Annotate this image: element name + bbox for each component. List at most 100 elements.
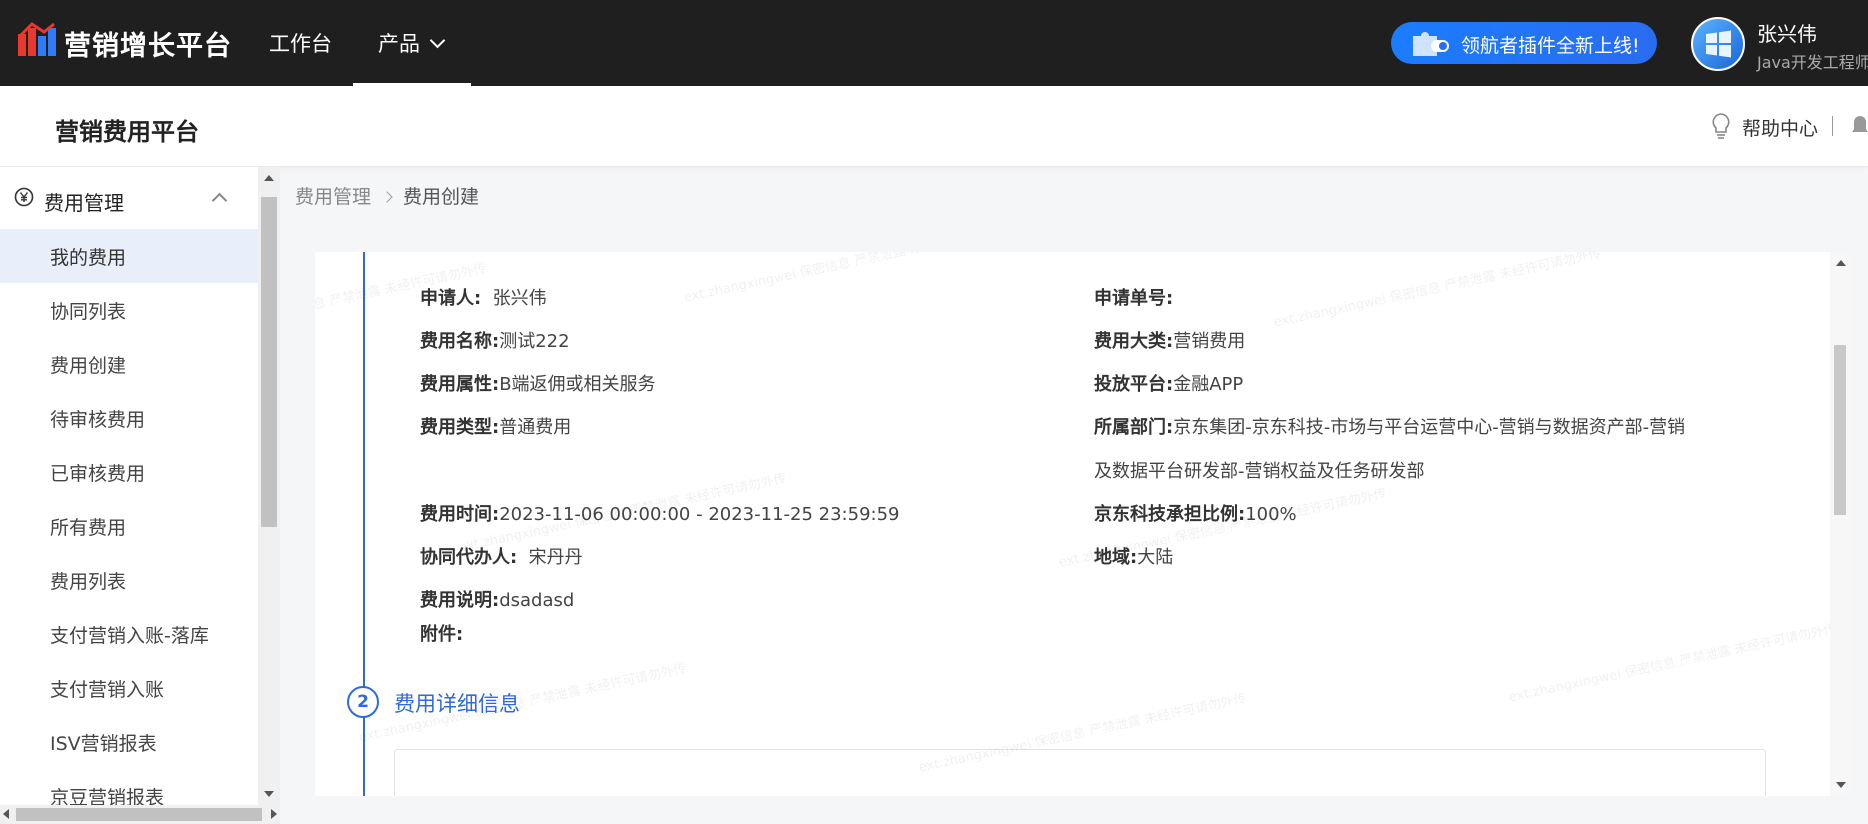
field-label: 费用时间: xyxy=(420,504,500,525)
field-region: 地域:大陆 xyxy=(1094,543,1173,569)
platform-title: 营销费用平台 xyxy=(55,118,199,146)
bell-icon[interactable] xyxy=(1852,114,1868,138)
field-label: 申请单号: xyxy=(1094,288,1174,309)
field-label: 费用类型: xyxy=(420,417,500,438)
sidebar-item-label: 已审核费用 xyxy=(50,463,146,485)
nav-products[interactable]: 产品 xyxy=(378,28,446,58)
plugin-puzzle-icon xyxy=(1413,32,1449,56)
scroll-up-arrow-icon[interactable] xyxy=(264,175,274,181)
field-value: 普通费用 xyxy=(499,417,572,438)
user-role: Java开发工程师 xyxy=(1757,53,1868,72)
field-label: 京东科技承担比例: xyxy=(1094,504,1246,525)
field-expense-description: 费用说明:dsadasd xyxy=(420,586,574,612)
top-navigation-bar: 营销增长平台 工作台 产品 领航者插件全新上线! 张兴伟 Java开发工程师 xyxy=(0,0,1868,86)
content-vertical-scrollbar[interactable] xyxy=(1830,252,1850,796)
field-expense-attribute: 费用属性:B端返佣或相关服务 xyxy=(420,370,656,396)
breadcrumb-item-current: 费用创建 xyxy=(403,186,480,208)
nav-products-label: 产品 xyxy=(378,32,420,56)
windows-logo-icon xyxy=(1706,30,1731,58)
field-delivery-platform: 投放平台:金融APP xyxy=(1094,370,1243,396)
field-expense-type: 费用类型:普通费用 xyxy=(420,413,571,439)
brand-name: 营销增长平台 xyxy=(64,31,232,62)
sidebar-item-pay-marketing-db[interactable]: 支付营销入账-落库 xyxy=(0,607,258,661)
watermark-text: ext.zhangxingwei 保密信息 严禁泄露 未经许可请勿外传 xyxy=(1507,621,1830,706)
field-value: 张兴伟 xyxy=(492,288,547,309)
breadcrumb-item-expense-management[interactable]: 费用管理 xyxy=(295,186,371,208)
field-collab-agent: 协同代办人: 宋丹丹 xyxy=(420,543,583,569)
field-value: 大陆 xyxy=(1137,547,1174,568)
field-expense-time: 费用时间:2023-11-06 00:00:00 - 2023-11-25 23… xyxy=(420,500,899,526)
scroll-down-arrow-icon[interactable] xyxy=(264,791,274,797)
sidebar-item-label: 费用创建 xyxy=(50,355,127,377)
sidebar-group-label: 费用管理 xyxy=(44,191,124,215)
field-value: 测试222 xyxy=(499,331,570,352)
lightbulb-icon xyxy=(1712,113,1730,139)
expense-detail-card: 申请人: 张兴伟 费用名称:测试222 费用属性:B端返佣或相关服务 费用类型:… xyxy=(315,252,1830,796)
scrollbar-thumb[interactable] xyxy=(16,808,262,821)
sidebar-item-label: 所有费用 xyxy=(50,517,127,539)
sidebar-horizontal-scrollbar[interactable] xyxy=(0,805,280,824)
yen-circle-icon xyxy=(14,187,34,207)
brand-logo-icon xyxy=(18,22,56,56)
sidebar-item-my-expenses[interactable]: 我的费用 xyxy=(0,229,258,283)
sidebar-item-reviewed[interactable]: 已审核费用 xyxy=(0,445,258,499)
watermark-text: ext.zhangxingwei 保密信息 严禁泄露 未经许可请勿外传 xyxy=(1272,252,1603,331)
field-expense-category: 费用大类:营销费用 xyxy=(1094,327,1245,353)
sidebar: 费用管理 我的费用 协同列表 费用创建 待审核费用 已审核费用 所有费用 费用列… xyxy=(0,167,258,824)
field-value: 营销费用 xyxy=(1173,331,1246,352)
field-application-number: 申请单号: xyxy=(1094,284,1173,310)
field-department: 所属部门:京东集团-京东科技-市场与平台运营中心-营销与数据资产部-营销 xyxy=(1094,413,1685,439)
chevron-right-icon xyxy=(381,191,393,203)
breadcrumb: 费用管理 费用创建 xyxy=(295,182,479,209)
watermark-text: ext.zhangxingwei 保密信息 严禁泄露 未经许可请勿外传 xyxy=(682,252,1013,306)
field-value: 及数据平台研发部-营销权益及任务研发部 xyxy=(1094,461,1425,482)
help-center-label: 帮助中心 xyxy=(1742,118,1819,140)
field-attachments: 附件: xyxy=(420,620,463,646)
expense-details-table-container xyxy=(394,749,1766,796)
sidebar-item-label: 待审核费用 xyxy=(50,409,146,431)
sidebar-item-collab-list[interactable]: 协同列表 xyxy=(0,283,258,337)
sidebar-item-label: 支付营销入账 xyxy=(50,679,165,701)
sidebar-item-expense-list[interactable]: 费用列表 xyxy=(0,553,258,607)
field-label: 地域: xyxy=(1094,547,1138,568)
field-value: 100% xyxy=(1245,504,1297,525)
sidebar-item-pay-marketing[interactable]: 支付营销入账 xyxy=(0,661,258,715)
sidebar-item-all-expenses[interactable]: 所有费用 xyxy=(0,499,258,553)
section-title-expense-details: 费用详细信息 xyxy=(394,692,520,716)
field-applicant: 申请人: 张兴伟 xyxy=(420,284,547,310)
sidebar-item-label: 我的费用 xyxy=(50,247,127,269)
field-value: B端返佣或相关服务 xyxy=(499,374,656,395)
sidebar-group-expense-management[interactable]: 费用管理 xyxy=(0,167,258,229)
user-name: 张兴伟 xyxy=(1757,22,1817,46)
field-label: 协同代办人: xyxy=(420,547,518,568)
scroll-up-arrow-icon[interactable] xyxy=(1836,260,1846,266)
sidebar-item-pending-review[interactable]: 待审核费用 xyxy=(0,391,258,445)
chevron-down-icon xyxy=(429,32,446,49)
sidebar-item-label: 支付营销入账-落库 xyxy=(50,625,209,647)
chevron-up-icon[interactable] xyxy=(211,192,228,209)
nav-workbench[interactable]: 工作台 xyxy=(269,28,332,58)
field-cost-share-ratio: 京东科技承担比例:100% xyxy=(1094,500,1297,526)
sidebar-item-isv-report[interactable]: ISV营销报表 xyxy=(0,715,258,769)
promo-banner-button[interactable]: 领航者插件全新上线! xyxy=(1391,22,1657,64)
sidebar-item-label: ISV营销报表 xyxy=(50,733,157,755)
field-label: 所属部门: xyxy=(1094,417,1174,438)
scroll-down-arrow-icon[interactable] xyxy=(1836,782,1846,788)
sidebar-item-expense-create[interactable]: 费用创建 xyxy=(0,337,258,391)
scroll-right-arrow-icon[interactable] xyxy=(271,809,277,819)
field-label: 投放平台: xyxy=(1094,374,1174,395)
field-value: 宋丹丹 xyxy=(528,547,583,568)
platform-header: 营销费用平台 帮助中心 xyxy=(0,86,1868,167)
field-value: 2023-11-06 00:00:00 - 2023-11-25 23:59:5… xyxy=(499,504,900,525)
field-label: 费用名称: xyxy=(420,331,500,352)
field-label: 费用说明: xyxy=(420,590,500,611)
field-department-continued: 及数据平台研发部-营销权益及任务研发部 xyxy=(1094,457,1425,483)
scroll-left-arrow-icon[interactable] xyxy=(3,809,9,819)
scrollbar-thumb[interactable] xyxy=(261,197,277,527)
user-avatar[interactable] xyxy=(1691,17,1745,71)
scrollbar-thumb[interactable] xyxy=(1834,345,1846,515)
field-value: dsadasd xyxy=(499,590,575,611)
field-label: 费用大类: xyxy=(1094,331,1174,352)
sidebar-item-label: 协同列表 xyxy=(50,301,127,323)
sidebar-vertical-scrollbar[interactable] xyxy=(258,167,280,805)
